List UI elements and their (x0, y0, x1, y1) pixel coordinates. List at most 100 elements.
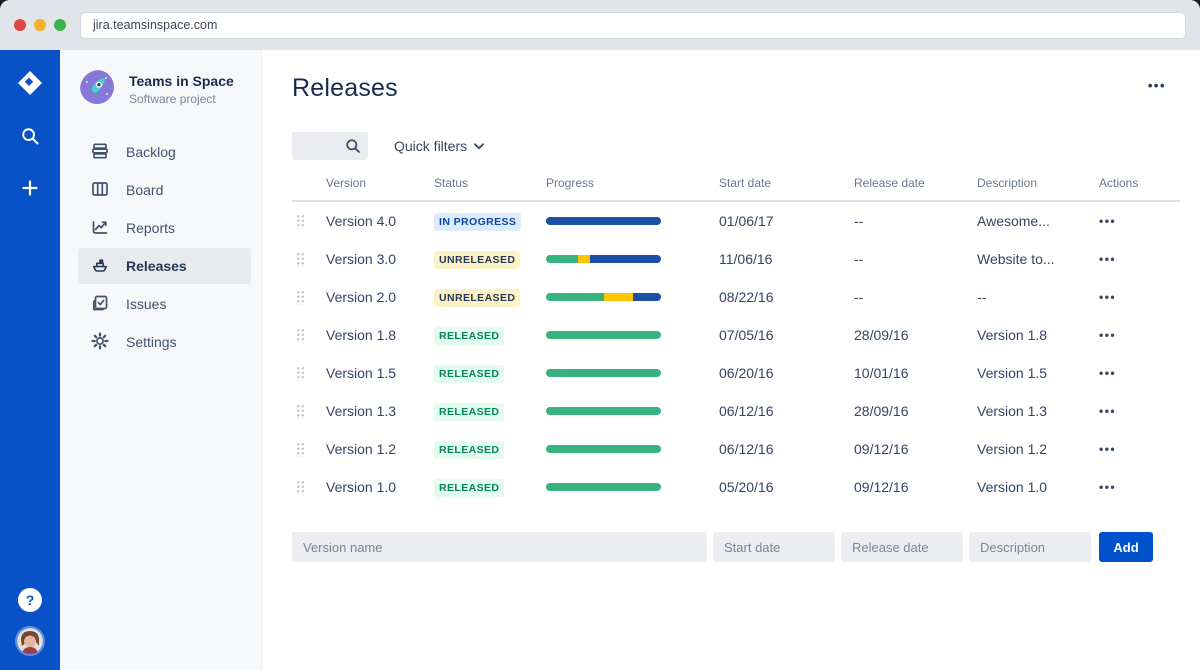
drag-handle-icon[interactable] (296, 251, 305, 267)
quick-filters-dropdown[interactable]: Quick filters (394, 138, 485, 154)
sidebar-nav: Backlog Board Reports Releases Issues Se… (78, 134, 251, 360)
description-cell: Website to... (977, 251, 1055, 267)
version-cell[interactable]: Version 1.2 (326, 441, 434, 457)
help-glyph: ? (25, 592, 35, 608)
page-title: Releases (292, 74, 398, 102)
main-content: Releases ••• Quick filters Version Statu… (262, 50, 1200, 670)
column-header-description[interactable]: Description (977, 176, 1099, 190)
user-avatar[interactable] (15, 626, 45, 656)
version-cell[interactable]: Version 4.0 (326, 213, 434, 229)
search-input[interactable] (292, 132, 368, 160)
help-icon[interactable]: ? (18, 588, 42, 612)
project-titles: Teams in Space Software project (129, 73, 234, 106)
drag-handle-icon[interactable] (296, 479, 305, 495)
row-actions-button[interactable]: ••• (1099, 442, 1116, 456)
drag-handle-icon[interactable] (296, 289, 305, 305)
drag-handle-icon[interactable] (296, 213, 305, 229)
page-actions-button[interactable]: ••• (1148, 78, 1166, 93)
url-text: jira.teamsinspace.com (93, 18, 218, 32)
column-header-status[interactable]: Status (434, 176, 546, 190)
table-row[interactable]: Version 1.8 RELEASED 07/05/16 28/09/16 V… (292, 316, 1180, 354)
row-actions-button[interactable]: ••• (1099, 290, 1116, 304)
row-actions-button[interactable]: ••• (1099, 480, 1116, 494)
column-header-actions: Actions (1099, 176, 1139, 190)
start-date-cell: 06/12/16 (719, 441, 774, 457)
add-icon[interactable] (16, 174, 44, 202)
table-body: Version 4.0 IN PROGRESS 01/06/17 -- Awes… (292, 202, 1180, 506)
description-cell: Version 1.2 (977, 441, 1048, 457)
start-date-cell: 11/06/16 (719, 251, 773, 267)
maximize-window-button[interactable] (54, 19, 66, 31)
version-cell[interactable]: Version 2.0 (326, 289, 434, 305)
drag-handle-icon[interactable] (296, 403, 305, 419)
start-date-input[interactable] (713, 532, 835, 562)
start-date-cell: 06/12/16 (719, 403, 774, 419)
sidebar-item-backlog[interactable]: Backlog (78, 134, 251, 170)
filters-row: Quick filters (292, 132, 1180, 160)
table-row[interactable]: Version 4.0 IN PROGRESS 01/06/17 -- Awes… (292, 202, 1180, 240)
project-avatar[interactable] (80, 70, 118, 108)
start-date-cell: 05/20/16 (719, 479, 774, 495)
table-row[interactable]: Version 3.0 UNRELEASED 11/06/16 -- Websi… (292, 240, 1180, 278)
table-row[interactable]: Version 1.3 RELEASED 06/12/16 28/09/16 V… (292, 392, 1180, 430)
gear-icon (91, 331, 109, 353)
status-badge: RELEASED (434, 402, 505, 421)
minimize-window-button[interactable] (34, 19, 46, 31)
drag-handle-icon[interactable] (296, 441, 305, 457)
project-header: Teams in Space Software project (78, 70, 251, 108)
status-badge: RELEASED (434, 326, 505, 345)
sidebar-item-label: Backlog (126, 144, 176, 160)
release-date-input[interactable] (841, 532, 963, 562)
ship-icon (91, 256, 109, 277)
description-cell: -- (977, 289, 987, 305)
releases-table: Version Status Progress Start date Relea… (292, 176, 1180, 506)
row-actions-button[interactable]: ••• (1099, 214, 1116, 228)
row-actions-button[interactable]: ••• (1099, 404, 1116, 418)
version-cell[interactable]: Version 1.3 (326, 403, 434, 419)
reports-icon (91, 218, 109, 239)
description-cell: Version 1.0 (977, 479, 1048, 495)
add-button[interactable]: Add (1099, 532, 1153, 562)
description-cell: Version 1.8 (977, 327, 1048, 343)
drag-handle-icon[interactable] (296, 327, 305, 343)
sidebar-item-board[interactable]: Board (78, 172, 251, 208)
column-header-version[interactable]: Version (326, 176, 434, 190)
drag-handle-icon[interactable] (296, 365, 305, 381)
start-date-cell: 08/22/16 (719, 289, 774, 305)
sidebar-item-releases[interactable]: Releases (78, 248, 251, 284)
sidebar-item-issues[interactable]: Issues (78, 286, 251, 322)
version-cell[interactable]: Version 1.0 (326, 479, 434, 495)
table-row[interactable]: Version 1.0 RELEASED 05/20/16 09/12/16 V… (292, 468, 1180, 506)
column-header-start-date[interactable]: Start date (719, 176, 854, 190)
table-row[interactable]: Version 1.5 RELEASED 06/20/16 10/01/16 V… (292, 354, 1180, 392)
sidebar-item-settings[interactable]: Settings (78, 324, 251, 360)
table-row[interactable]: Version 2.0 UNRELEASED 08/22/16 -- -- ••… (292, 278, 1180, 316)
row-actions-button[interactable]: ••• (1099, 366, 1116, 380)
browser-window: jira.teamsinspace.com ? Teams in Space S… (0, 0, 1200, 670)
status-badge: IN PROGRESS (434, 212, 522, 231)
description-input[interactable] (969, 532, 1091, 562)
jira-logo-icon[interactable] (15, 68, 45, 98)
project-type: Software project (129, 91, 216, 106)
progress-bar (546, 293, 661, 301)
version-cell[interactable]: Version 1.8 (326, 327, 434, 343)
version-name-input[interactable] (292, 532, 707, 562)
release-date-cell: 28/09/16 (854, 327, 909, 343)
app-body: ? Teams in Space Software project Backlo… (0, 50, 1200, 670)
global-nav-rail: ? (0, 50, 60, 670)
sidebar-item-reports[interactable]: Reports (78, 210, 251, 246)
column-header-progress[interactable]: Progress (546, 176, 719, 190)
column-header-release-date[interactable]: Release date (854, 176, 977, 190)
row-actions-button[interactable]: ••• (1099, 328, 1116, 342)
board-icon (91, 180, 109, 201)
search-icon[interactable] (16, 122, 44, 150)
release-date-cell: 28/09/16 (854, 403, 909, 419)
version-cell[interactable]: Version 3.0 (326, 251, 434, 267)
close-window-button[interactable] (14, 19, 26, 31)
row-actions-button[interactable]: ••• (1099, 252, 1116, 266)
version-cell[interactable]: Version 1.5 (326, 365, 434, 381)
url-bar[interactable]: jira.teamsinspace.com (80, 11, 1186, 39)
progress-bar (546, 331, 661, 339)
table-row[interactable]: Version 1.2 RELEASED 06/12/16 09/12/16 V… (292, 430, 1180, 468)
start-date-cell: 01/06/17 (719, 213, 774, 229)
